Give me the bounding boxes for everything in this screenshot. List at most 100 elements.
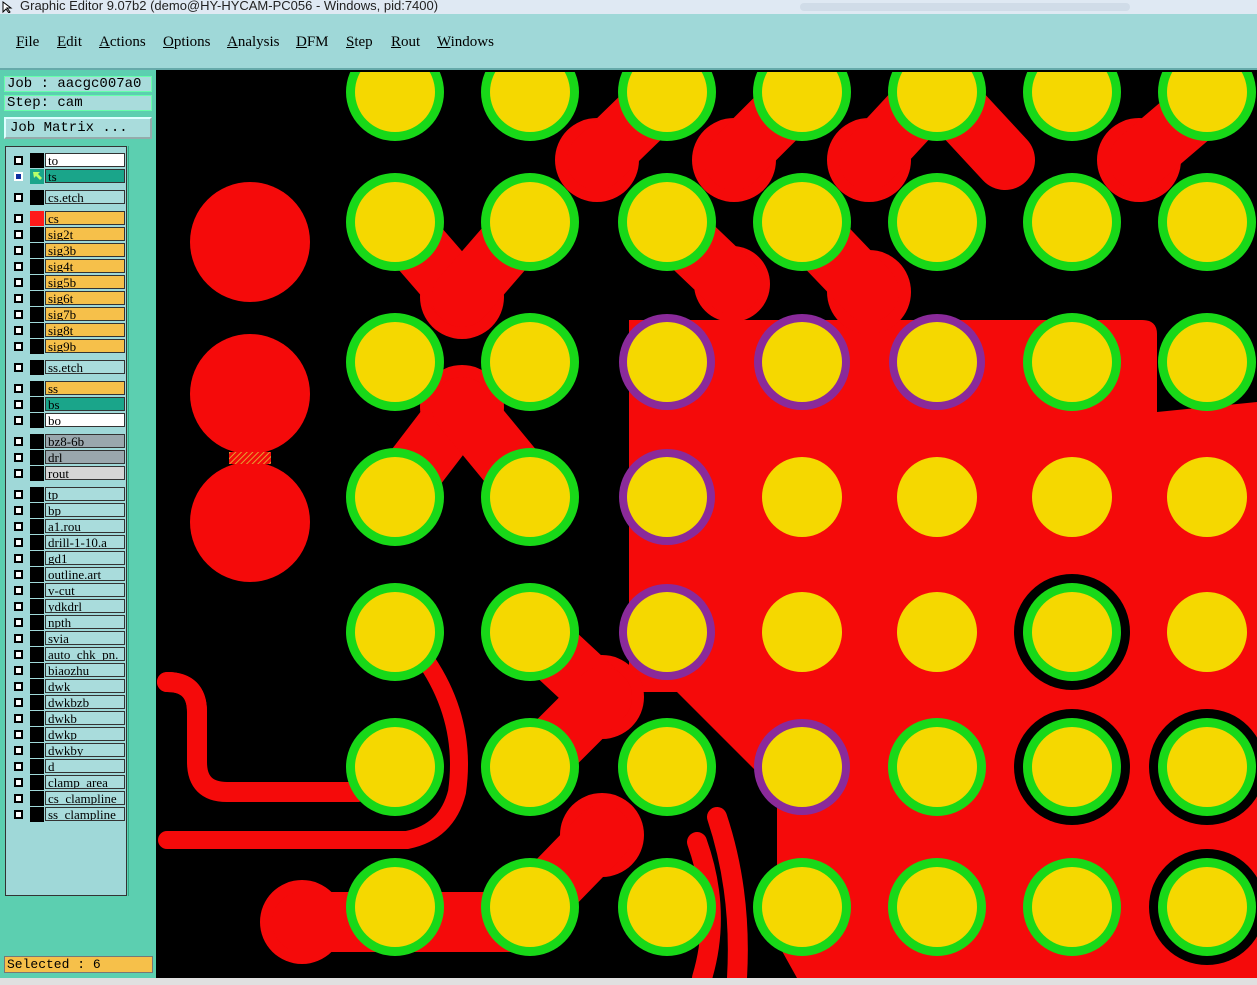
menu-file[interactable]: File <box>16 34 39 51</box>
layer-checkbox[interactable] <box>14 794 23 803</box>
layer-row-bp[interactable]: bp <box>9 503 127 518</box>
layer-row-cs[interactable]: cs <box>9 211 127 226</box>
layer-row-sig7b[interactable]: sig7b <box>9 307 127 322</box>
layer-row-sig9b[interactable]: sig9b <box>9 339 127 354</box>
via-pad[interactable] <box>1032 457 1112 537</box>
layer-row-sig4t[interactable]: sig4t <box>9 259 127 274</box>
layer-checkbox[interactable] <box>14 469 23 478</box>
layer-row-sig8t[interactable]: sig8t <box>9 323 127 338</box>
menu-analysis[interactable]: Analysis <box>227 34 280 51</box>
via-pad[interactable] <box>753 173 851 271</box>
via-pad[interactable] <box>1158 173 1256 271</box>
layer-row-dwkp[interactable]: dwkp <box>9 727 127 742</box>
layer-checkbox[interactable] <box>14 453 23 462</box>
menu-step[interactable]: Step <box>346 34 373 51</box>
layer-checkbox[interactable] <box>14 294 23 303</box>
layer-checkbox[interactable] <box>14 714 23 723</box>
layer-row-drl[interactable]: drl <box>9 450 127 465</box>
layer-checkbox[interactable] <box>14 246 23 255</box>
layer-row-gd1[interactable]: gd1 <box>9 551 127 566</box>
via-pad[interactable] <box>897 457 977 537</box>
layer-row-ss[interactable]: ss <box>9 381 127 396</box>
layer-row-rout[interactable]: rout <box>9 466 127 481</box>
layer-checkbox[interactable] <box>14 193 23 202</box>
via-pad[interactable] <box>346 448 444 546</box>
layer-checkbox[interactable] <box>14 698 23 707</box>
layer-checkbox[interactable] <box>14 342 23 351</box>
layer-checkbox[interactable] <box>14 570 23 579</box>
layer-row-ss-etch[interactable]: ss.etch <box>9 360 127 375</box>
via-pad[interactable] <box>888 718 986 816</box>
layer-checkbox[interactable] <box>14 538 23 547</box>
layer-row-cs-clampline[interactable]: cs_clampline <box>9 791 127 806</box>
via-pad[interactable] <box>618 173 716 271</box>
layer-checkbox[interactable] <box>14 416 23 425</box>
layer-row-tp[interactable]: tp <box>9 487 127 502</box>
via-pad[interactable] <box>481 313 579 411</box>
layer-list-scrollbar[interactable] <box>128 146 155 896</box>
layer-row-auto-chk-pn-[interactable]: auto_chk_pn. <box>9 647 127 662</box>
layer-row-dwkby[interactable]: dwkby <box>9 743 127 758</box>
via-pad[interactable] <box>1023 858 1121 956</box>
pcb-view[interactable] <box>157 72 1257 978</box>
via-pad[interactable] <box>762 592 842 672</box>
layer-row-sig5b[interactable]: sig5b <box>9 275 127 290</box>
job-matrix-button[interactable]: Job Matrix ... <box>4 117 152 139</box>
via-pad[interactable] <box>346 858 444 956</box>
via-pad[interactable] <box>1023 313 1121 411</box>
layer-checkbox[interactable] <box>14 278 23 287</box>
layer-checkbox[interactable] <box>14 214 23 223</box>
via-pad[interactable] <box>888 173 986 271</box>
layer-checkbox[interactable] <box>14 618 23 627</box>
layer-checkbox[interactable] <box>14 310 23 319</box>
via-pad[interactable] <box>888 858 986 956</box>
via-pad[interactable] <box>481 583 579 681</box>
via-pad[interactable] <box>762 457 842 537</box>
layer-checkbox[interactable] <box>14 172 23 181</box>
via-pad[interactable] <box>346 313 444 411</box>
layer-row-cs-etch[interactable]: cs.etch <box>9 190 127 205</box>
layer-row-to[interactable]: to <box>9 153 127 168</box>
layer-checkbox[interactable] <box>14 437 23 446</box>
layer-row-ydkdrl[interactable]: ydkdrl <box>9 599 127 614</box>
layer-row-bz8-6b[interactable]: bz8-6b <box>9 434 127 449</box>
layer-row-sig6t[interactable]: sig6t <box>9 291 127 306</box>
layer-row-bo[interactable]: bo <box>9 413 127 428</box>
layer-row-bs[interactable]: bs <box>9 397 127 412</box>
layer-checkbox[interactable] <box>14 554 23 563</box>
layer-checkbox[interactable] <box>14 650 23 659</box>
layer-row-biaozhu[interactable]: biaozhu <box>9 663 127 678</box>
layer-checkbox[interactable] <box>14 262 23 271</box>
layer-checkbox[interactable] <box>14 634 23 643</box>
layer-row-drill-1-10-a[interactable]: drill-1-10.a <box>9 535 127 550</box>
layer-row-svia[interactable]: svia <box>9 631 127 646</box>
via-pad[interactable] <box>481 448 579 546</box>
layer-row-dwk[interactable]: dwk <box>9 679 127 694</box>
layer-checkbox[interactable] <box>14 326 23 335</box>
menu-rout[interactable]: Rout <box>391 34 420 51</box>
menu-windows[interactable]: Windows <box>437 34 494 51</box>
layer-row-dwkb[interactable]: dwkb <box>9 711 127 726</box>
via-pad[interactable] <box>1023 173 1121 271</box>
layer-row-d[interactable]: d <box>9 759 127 774</box>
layer-checkbox[interactable] <box>14 666 23 675</box>
layer-checkbox[interactable] <box>14 490 23 499</box>
layer-row-npth[interactable]: npth <box>9 615 127 630</box>
layer-checkbox[interactable] <box>14 363 23 372</box>
via-pad[interactable] <box>897 592 977 672</box>
via-pad[interactable] <box>1014 574 1130 690</box>
via-pad[interactable] <box>619 584 715 680</box>
layer-row-clamp-area[interactable]: clamp_area <box>9 775 127 790</box>
via-pad[interactable] <box>753 858 851 956</box>
layer-checkbox[interactable] <box>14 384 23 393</box>
layer-checkbox[interactable] <box>14 586 23 595</box>
menu-options[interactable]: Options <box>163 34 211 51</box>
layer-checkbox[interactable] <box>14 602 23 611</box>
via-pad[interactable] <box>619 449 715 545</box>
menu-dfm[interactable]: DFM <box>296 34 329 51</box>
via-pad[interactable] <box>1014 709 1130 825</box>
via-pad[interactable] <box>346 583 444 681</box>
via-pad[interactable] <box>754 719 850 815</box>
layer-row-dwkbzb[interactable]: dwkbzb <box>9 695 127 710</box>
layer-checkbox[interactable] <box>14 778 23 787</box>
